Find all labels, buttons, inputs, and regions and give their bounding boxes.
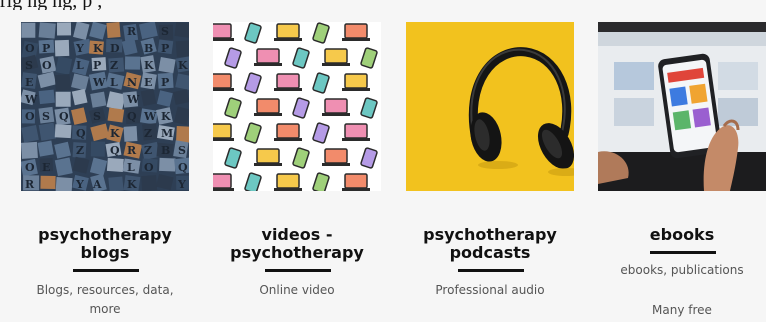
phone-laptop-image (598, 22, 766, 191)
svg-text:Q: Q (178, 161, 188, 174)
svg-text:O: O (144, 161, 154, 174)
svg-text:D: D (110, 42, 120, 55)
svg-text:A: A (92, 178, 102, 191)
device-pattern-image (213, 22, 381, 191)
svg-text:S: S (42, 110, 50, 123)
svg-text:S: S (178, 144, 186, 157)
card-description-secondary: Many free (652, 303, 712, 317)
svg-text:Y: Y (75, 178, 84, 191)
videos-image[interactable] (213, 22, 381, 191)
svg-text:Q: Q (127, 110, 137, 123)
card-description: Professional audio (435, 283, 545, 297)
card-title[interactable]: psychotherapy podcasts (406, 226, 574, 262)
svg-text:R: R (127, 25, 137, 38)
svg-text:W: W (126, 93, 140, 106)
svg-text:L: L (127, 161, 135, 174)
card-description: Blogs, resources, data, more (36, 283, 174, 316)
podcasts-image[interactable] (406, 22, 574, 191)
svg-text:S: S (93, 110, 101, 123)
title-underline (265, 269, 331, 272)
card-podcasts[interactable]: psychotherapy podcasts Professional audi… (406, 22, 576, 322)
title-underline (650, 251, 716, 254)
svg-text:W: W (92, 76, 106, 89)
svg-text:K: K (110, 127, 120, 140)
svg-text:K: K (93, 42, 103, 55)
svg-text:R: R (127, 144, 137, 157)
svg-text:Z: Z (144, 144, 152, 157)
card-title[interactable]: psychotherapy blogs (21, 226, 189, 262)
svg-text:N: N (127, 76, 137, 89)
svg-text:K: K (144, 59, 154, 72)
svg-text:L: L (110, 76, 118, 89)
svg-text:M: M (161, 127, 173, 140)
svg-text:L: L (76, 59, 84, 72)
svg-text:K: K (161, 110, 171, 123)
card-title[interactable]: videos - psychotherapy (213, 226, 381, 262)
card-title[interactable]: ebooks (598, 226, 766, 244)
top-text-fragment: rig ng ng, p , (0, 0, 766, 10)
card-description: Online video (259, 283, 335, 297)
svg-text:O: O (42, 59, 52, 72)
svg-text:K: K (178, 59, 188, 72)
svg-text:O: O (25, 42, 35, 55)
svg-text:B: B (161, 144, 170, 157)
svg-text:W: W (143, 110, 157, 123)
svg-text:S: S (161, 25, 169, 38)
letterpress-image: R SO P Y K D B PS O L P Z K KE W L N E PW WO S Q S Q W KQ K Z MZ Q R Z B… (21, 22, 189, 191)
svg-text:Y: Y (177, 178, 186, 191)
card-blogs[interactable]: RSOPYKDBPSOLPZKKEWLNEPWWOSQSQWKQKZMZQRZB… (21, 22, 191, 322)
svg-text:B: B (144, 42, 153, 55)
svg-text:Z: Z (76, 144, 84, 157)
svg-text:O: O (25, 110, 35, 123)
svg-text:E: E (144, 76, 152, 89)
card-videos[interactable]: videos - psychotherapy Online video (213, 22, 383, 322)
svg-text:Q: Q (59, 110, 69, 123)
svg-text:Y: Y (75, 42, 84, 55)
title-underline (458, 269, 524, 272)
svg-text:O: O (25, 161, 35, 174)
svg-text:W: W (24, 93, 38, 106)
svg-text:Q: Q (110, 144, 120, 157)
title-underline (73, 269, 139, 272)
svg-text:P: P (161, 76, 169, 89)
svg-text:Q: Q (76, 127, 86, 140)
svg-text:P: P (42, 42, 50, 55)
svg-text:Z: Z (144, 127, 152, 140)
ebooks-image[interactable] (598, 22, 766, 191)
svg-text:E: E (25, 76, 33, 89)
svg-text:Z: Z (110, 59, 118, 72)
svg-text:S: S (25, 59, 33, 72)
card-ebooks[interactable]: ebooks ebooks, publications Many free (598, 22, 766, 322)
headphones-image (406, 22, 574, 191)
card-description: ebooks, publications (620, 263, 744, 277)
blogs-image[interactable]: RSOPYKDBPSOLPZKKEWLNEPWWOSQSQWKQKZMZQRZB… (21, 22, 189, 191)
svg-text:P: P (93, 59, 101, 72)
svg-text:E: E (42, 161, 50, 174)
svg-text:P: P (161, 42, 169, 55)
svg-text:R: R (25, 178, 35, 191)
svg-text:K: K (127, 178, 137, 191)
